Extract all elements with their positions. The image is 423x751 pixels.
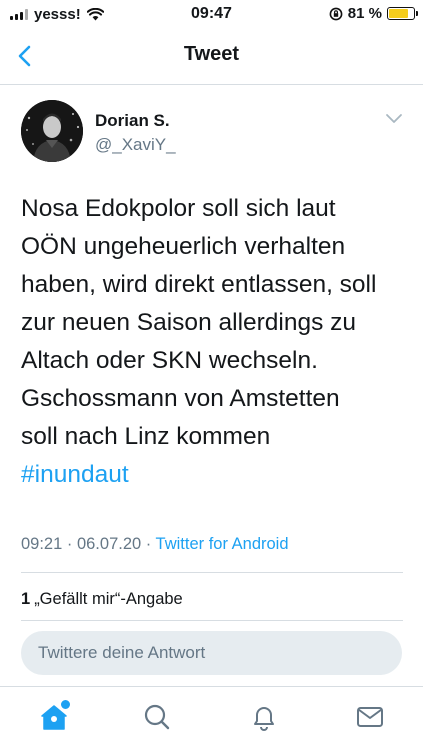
tweet-text-line: soll nach Linz kommen: [21, 423, 271, 450]
page-title: Tweet: [183, 43, 240, 65]
status-bar: yesss! 09:47 81 %: [0, 0, 423, 28]
tweet-text-line: OÖN ungeheuerlich verhalten: [21, 233, 346, 260]
divider: [21, 620, 403, 621]
tab-home[interactable]: [38, 699, 71, 733]
likes-count-link[interactable]: 1 „Gefällt mir“-Angabe: [21, 590, 183, 609]
avatar[interactable]: [21, 100, 83, 162]
tweet-meta: 09:21 · 06.07.20 · Twitter for Android: [21, 535, 289, 554]
notifications-bell-icon: [254, 707, 274, 731]
status-right: 81 %: [329, 5, 418, 22]
reply-input[interactable]: Twittere deine Antwort: [21, 631, 402, 675]
tweet-text-line: zur neuen Saison allerdings zu: [21, 309, 357, 336]
author-name[interactable]: Dorian S.: [95, 111, 170, 131]
battery-percent: 81 %: [347, 5, 382, 22]
tab-notifications[interactable]: [248, 701, 280, 733]
messages-envelope-icon: [357, 707, 383, 727]
unread-dot: [60, 699, 71, 710]
hashtag-link[interactable]: #inundaut: [21, 456, 411, 494]
search-icon: [144, 704, 170, 730]
tweet-source-link[interactable]: Twitter for Android: [156, 535, 289, 553]
tweet-timestamp: 09:21 · 06.07.20 ·: [21, 535, 156, 553]
battery-fill: [389, 9, 409, 18]
tweet-text-line: Gschossmann von Amstetten: [21, 385, 340, 412]
author-handle[interactable]: @_XaviY_: [95, 135, 176, 155]
battery-icon: [387, 7, 418, 20]
tweet-text-line: Altach oder SKN wechseln.: [21, 347, 318, 374]
chevron-down-icon[interactable]: [385, 113, 403, 125]
tweet-text-line: haben, wird direkt entlassen, soll: [21, 271, 377, 298]
divider: [21, 572, 403, 573]
navigation-bar: Tweet: [0, 28, 423, 85]
avatar-image: [21, 100, 83, 162]
tab-messages[interactable]: [354, 701, 386, 733]
tab-bar: [0, 686, 423, 751]
orientation-lock-icon: [329, 7, 343, 20]
tweet-text: Nosa Edokpolor soll sich laut OÖN ungehe…: [21, 190, 411, 494]
tweet-text-line: Nosa Edokpolor soll sich laut: [21, 195, 336, 222]
tab-search[interactable]: [141, 701, 173, 733]
likes-label: „Gefällt mir“-Angabe: [34, 590, 183, 608]
likes-count: 1: [21, 590, 31, 608]
